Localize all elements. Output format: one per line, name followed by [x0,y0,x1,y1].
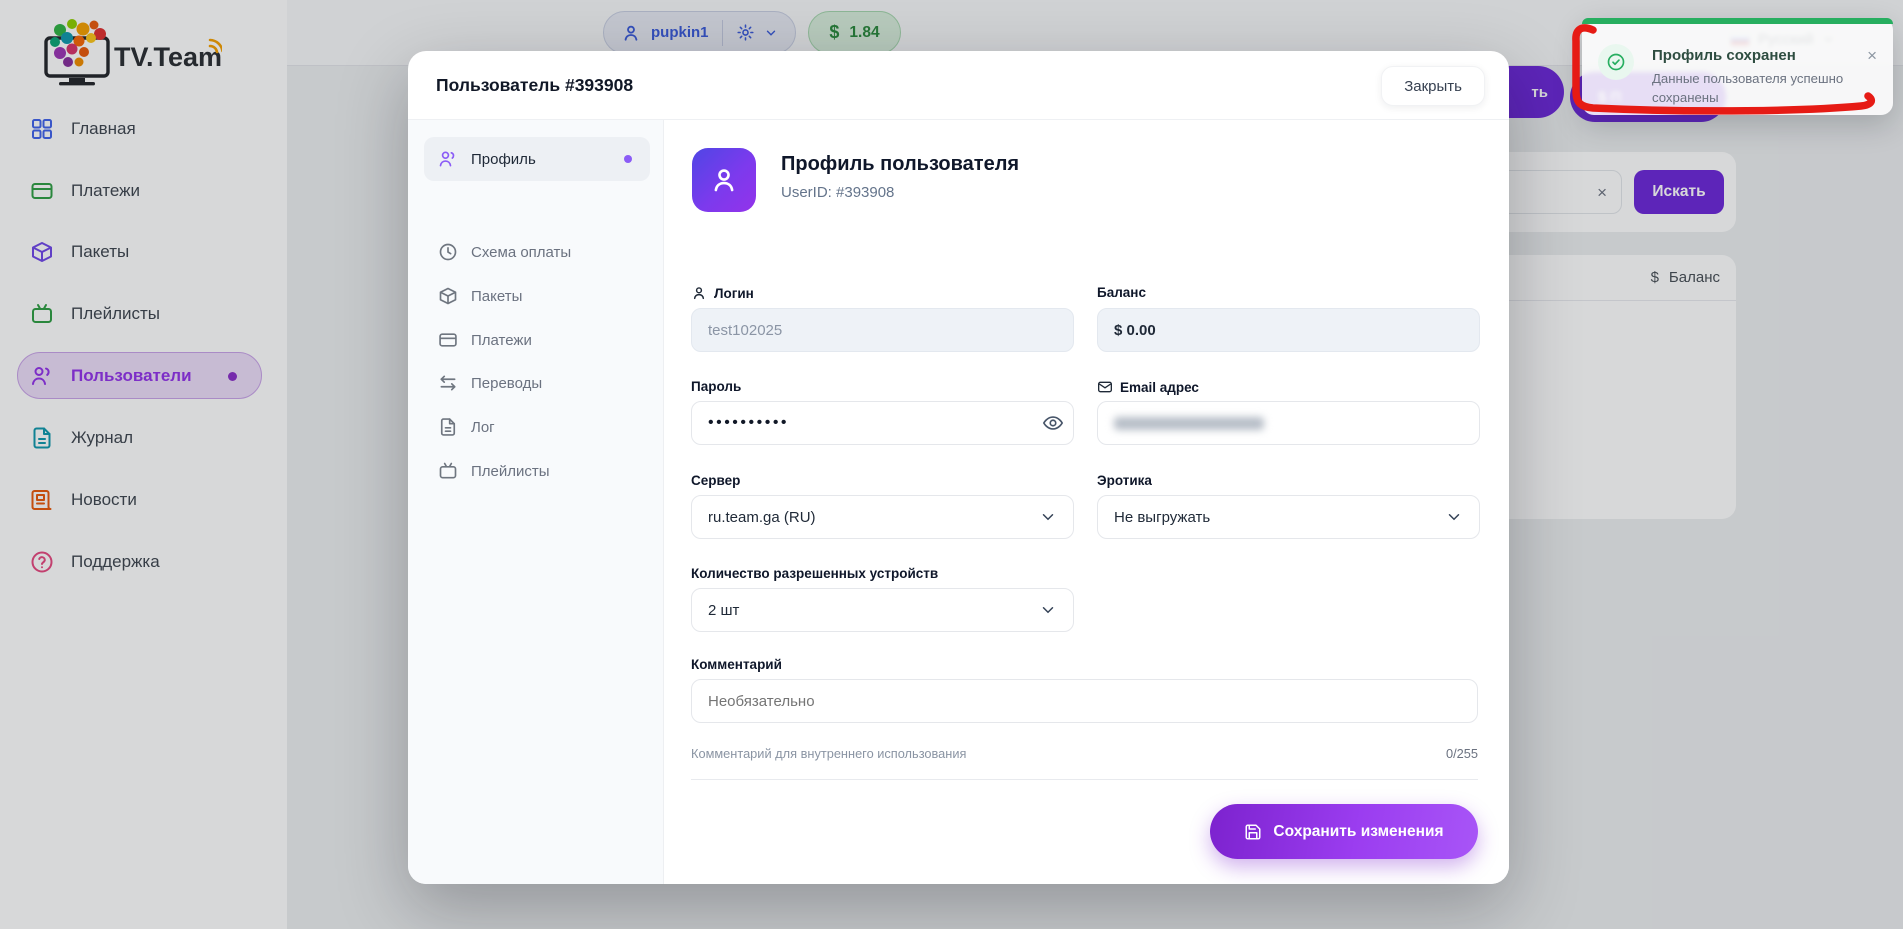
tab-log[interactable]: Лог [424,405,650,449]
modal-header: Пользователь #393908 Закрыть [408,51,1509,119]
modal-subnav: Профиль Схема оплаты Пакеты Платежи Пере… [408,120,664,884]
toast-close-icon[interactable]: × [1867,46,1877,66]
server-label: Сервер [691,473,1074,488]
package-icon [438,286,458,306]
profile-notification-dot [624,155,632,163]
comment-label: Комментарий [691,657,1074,672]
erotica-select[interactable]: Не выгружать [1097,495,1480,539]
chevron-down-icon [1039,508,1057,526]
comment-counter: 0/255 [1446,746,1478,761]
tab-label: Пакеты [471,288,522,305]
users-icon [438,149,458,169]
tab-label: Платежи [471,332,532,349]
balance-label: Баланс [1097,285,1480,300]
modal-title: Пользователь #393908 [436,51,633,119]
login-label: Логин [691,285,1074,301]
email-field[interactable] [1097,401,1480,445]
comment-hint: Комментарий для внутреннего использовани… [691,746,966,761]
devices-label: Количество разрешенных устройств [691,566,1074,581]
devices-select[interactable]: 2 шт [691,588,1074,632]
login-field[interactable] [691,308,1074,352]
tab-packages[interactable]: Пакеты [424,274,650,318]
balance-field[interactable] [1097,308,1480,352]
mail-icon [1097,379,1113,395]
password-label: Пароль [691,379,1074,394]
tab-playlists[interactable]: Плейлисты [424,449,650,493]
server-selected-value: ru.team.ga (RU) [708,509,816,526]
file-text-icon [438,417,458,437]
comment-input[interactable] [691,679,1478,723]
success-toast: Профиль сохранен Данные пользователя усп… [1582,18,1893,115]
tab-transfers[interactable]: Переводы [424,361,650,405]
chevron-down-icon [1039,601,1057,619]
erotica-selected-value: Не выгружать [1114,509,1210,526]
redacted-email-value [1114,417,1264,430]
eye-icon[interactable] [1042,412,1064,434]
tab-profile[interactable]: Профиль [424,137,650,181]
avatar [692,148,756,212]
profile-title: Профиль пользователя [781,153,1019,176]
form-divider [691,779,1478,780]
user-icon [709,165,739,195]
save-icon [1244,823,1262,841]
tv-icon [438,461,458,481]
erotica-label: Эротика [1097,473,1480,488]
transfer-arrows-icon [438,373,458,393]
close-button[interactable]: Закрыть [1381,66,1485,106]
tab-label: Профиль [471,151,536,168]
user-icon [691,285,707,301]
tab-payments[interactable]: Платежи [424,318,650,362]
toast-accent-bar [1582,18,1893,24]
chevron-down-icon [1445,508,1463,526]
toast-message: Данные пользователя успешно сохранены [1652,69,1862,107]
password-field[interactable] [691,401,1074,445]
tab-label: Лог [471,419,495,436]
tab-label: Плейлисты [471,463,550,480]
profile-user-id: UserID: #393908 [781,184,894,201]
clock-icon [438,242,458,262]
tab-label: Переводы [471,375,542,392]
save-changes-button[interactable]: Сохранить изменения [1210,804,1478,859]
save-button-label: Сохранить изменения [1273,823,1443,841]
email-label: Email адрес [1097,379,1480,395]
tab-payment-scheme[interactable]: Схема оплаты [424,230,650,274]
profile-form: Профиль пользователя UserID: #393908 Лог… [664,120,1509,884]
user-modal: Пользователь #393908 Закрыть Профиль Схе… [408,51,1509,884]
credit-card-icon [438,330,458,350]
devices-selected-value: 2 шт [708,602,739,619]
toast-title: Профиль сохранен [1652,47,1796,64]
tab-label: Схема оплаты [471,244,571,261]
check-circle-icon [1598,44,1634,80]
server-select[interactable]: ru.team.ga (RU) [691,495,1074,539]
